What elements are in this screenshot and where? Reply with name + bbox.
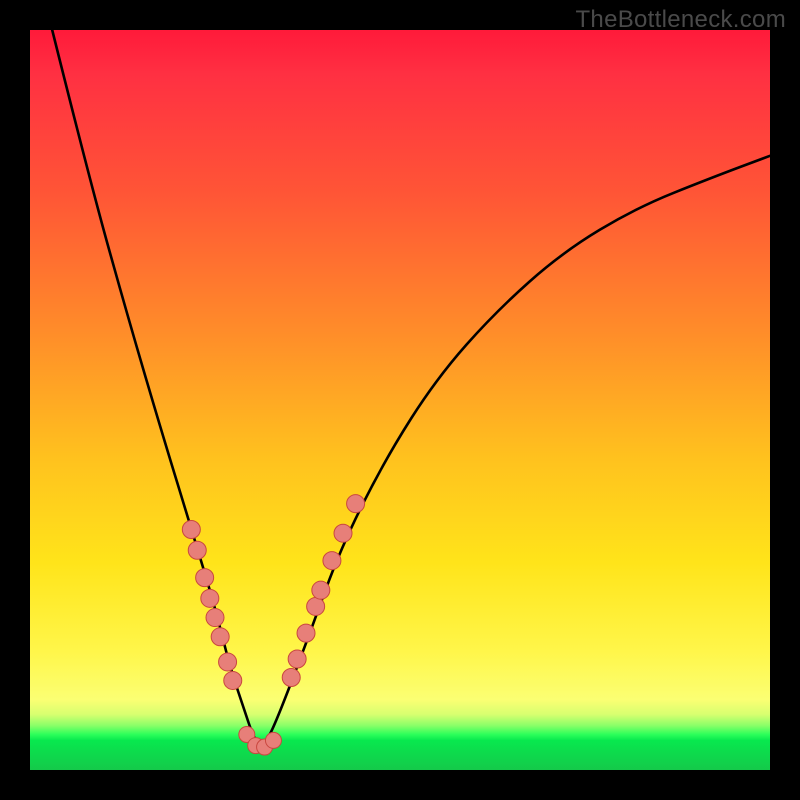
- highlight-dot: [297, 624, 315, 642]
- bottleneck-curve: [52, 30, 770, 745]
- highlight-dot: [188, 541, 206, 559]
- highlight-dot: [265, 732, 281, 748]
- highlight-dot: [201, 589, 219, 607]
- highlight-dots: [182, 495, 364, 755]
- highlight-dot: [206, 609, 224, 627]
- highlight-dot: [282, 669, 300, 687]
- highlight-dot: [307, 597, 325, 615]
- highlight-dot: [288, 650, 306, 668]
- highlight-dot: [312, 581, 330, 599]
- highlight-dot: [182, 521, 200, 539]
- plot-area: [30, 30, 770, 770]
- bottleneck-curve-svg: [30, 30, 770, 770]
- highlight-dot: [219, 653, 237, 671]
- highlight-dot: [334, 524, 352, 542]
- highlight-dot: [211, 628, 229, 646]
- chart-frame: TheBottleneck.com: [0, 0, 800, 800]
- highlight-dot: [347, 495, 365, 513]
- highlight-dot: [196, 569, 214, 587]
- highlight-dot: [224, 671, 242, 689]
- highlight-dot: [323, 552, 341, 570]
